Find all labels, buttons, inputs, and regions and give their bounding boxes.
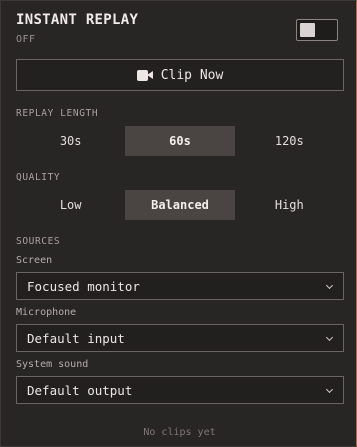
quality-low[interactable]: Low <box>16 190 125 220</box>
screen-label: Screen <box>16 255 53 266</box>
quality-label: QUALITY <box>16 172 61 183</box>
system-sound-select[interactable]: Default output <box>16 376 344 404</box>
empty-state-text: No clips yet <box>143 427 216 438</box>
video-camera-icon <box>136 69 153 81</box>
panel-title: INSTANT REPLAY <box>16 12 139 28</box>
chevron-down-icon <box>325 333 334 342</box>
replay-length-30s[interactable]: 30s <box>16 126 125 156</box>
instant-replay-panel: INSTANT REPLAY OFF Clip Now REPLAY LENGT… <box>0 0 357 447</box>
replay-length-60s[interactable]: 60s <box>125 126 235 156</box>
sources-label: SOURCES <box>16 236 61 247</box>
system-sound-select-value: Default output <box>27 382 133 398</box>
toggle-knob <box>300 23 315 37</box>
status-text: OFF <box>16 34 36 45</box>
chevron-down-icon <box>325 281 334 290</box>
clip-now-button[interactable]: Clip Now <box>16 59 344 91</box>
microphone-select[interactable]: Default input <box>16 324 344 352</box>
microphone-select-value: Default input <box>27 330 125 346</box>
quality-segmented: Low Balanced High <box>16 190 344 220</box>
microphone-label: Microphone <box>16 307 77 318</box>
replay-length-label: REPLAY LENGTH <box>16 108 99 119</box>
screen-select-value: Focused monitor <box>27 278 140 294</box>
system-sound-label: System sound <box>16 359 89 370</box>
quality-balanced[interactable]: Balanced <box>125 190 235 220</box>
replay-toggle[interactable] <box>296 19 338 41</box>
replay-length-segmented: 30s 60s 120s <box>16 126 344 156</box>
replay-length-120s[interactable]: 120s <box>235 126 344 156</box>
quality-high[interactable]: High <box>235 190 344 220</box>
screen-select[interactable]: Focused monitor <box>16 272 344 300</box>
chevron-down-icon <box>325 385 334 394</box>
clip-now-label: Clip Now <box>160 67 224 83</box>
